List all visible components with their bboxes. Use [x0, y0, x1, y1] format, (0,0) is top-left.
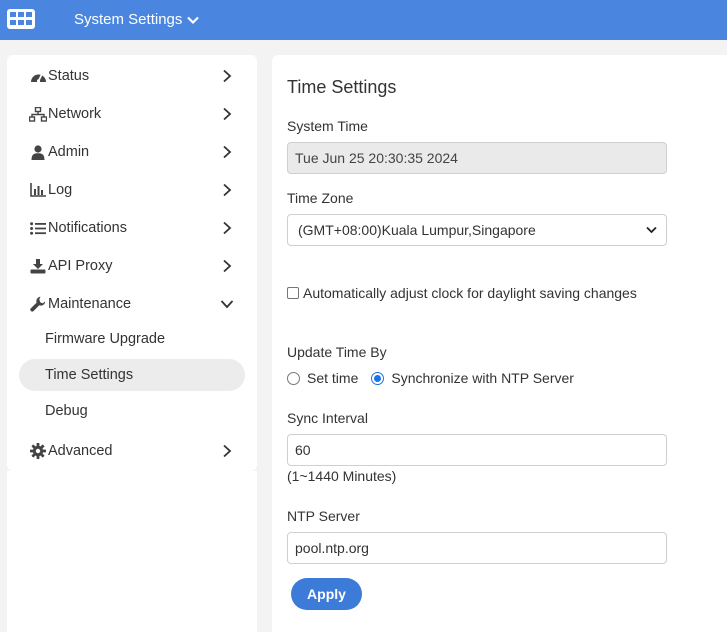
- sync-interval-value: 60: [295, 442, 311, 458]
- sidebar-item-log[interactable]: Log: [7, 173, 257, 207]
- chevron-down-icon: [187, 16, 200, 24]
- sidebar-item-maintenance[interactable]: Maintenance: [7, 287, 257, 321]
- chevron-right-icon: [223, 183, 232, 197]
- ntp-sync-radio[interactable]: [371, 371, 385, 385]
- dashboard-icon: [29, 68, 47, 84]
- top-bar: System Settings: [0, 0, 727, 40]
- sidebar-item-label: Notifications: [48, 220, 127, 236]
- chevron-right-icon: [223, 444, 232, 458]
- set-time-label: Set time: [307, 370, 359, 386]
- dst-checkbox[interactable]: [287, 287, 299, 299]
- sidebar-item-label: Admin: [48, 144, 90, 160]
- sidebar-item-label: Log: [48, 182, 73, 198]
- page-title: Time Settings: [287, 77, 397, 97]
- gear-icon: [29, 443, 47, 459]
- chevron-down-icon: [220, 300, 234, 309]
- list-icon: [29, 220, 47, 236]
- time-settings-panel: Time Settings System Time Tue Jun 25 20:…: [272, 55, 727, 632]
- dst-label: Automatically adjust clock for daylight …: [303, 285, 637, 301]
- sidebar-item-admin[interactable]: Admin: [7, 135, 257, 169]
- ntp-server-input[interactable]: pool.ntp.org: [287, 532, 667, 564]
- sidebar-item-api-proxy[interactable]: API Proxy: [7, 249, 257, 283]
- network-icon: [29, 106, 47, 122]
- sidebar-item-label: API Proxy: [48, 258, 113, 274]
- time-zone-select[interactable]: (GMT+08:00)Kuala Lumpur,Singapore: [287, 214, 667, 246]
- chevron-right-icon: [223, 145, 232, 159]
- update-time-by-label: Update Time By: [287, 344, 387, 360]
- system-settings-menu[interactable]: System Settings: [74, 11, 200, 28]
- chevron-right-icon: [223, 221, 232, 235]
- set-time-radio[interactable]: [287, 371, 300, 385]
- ntp-server-value: pool.ntp.org: [295, 540, 369, 556]
- sync-interval-input[interactable]: 60: [287, 434, 667, 466]
- sidebar-item-label: Status: [48, 68, 90, 84]
- sidebar-subitem-firmware-upgrade[interactable]: Firmware Upgrade: [19, 323, 245, 355]
- chevron-right-icon: [223, 69, 232, 83]
- system-time-value: Tue Jun 25 20:30:35 2024: [295, 150, 458, 166]
- grid-logo-icon[interactable]: [7, 9, 35, 29]
- sidebar-subitem-label: Debug: [45, 403, 88, 419]
- sidebar-item-label: Advanced: [48, 443, 113, 459]
- sidebar-subitem-debug[interactable]: Debug: [19, 395, 245, 427]
- sidebar-subitem-label: Firmware Upgrade: [45, 331, 166, 347]
- wrench-icon: [29, 296, 47, 312]
- sync-interval-label: Sync Interval: [287, 410, 368, 426]
- sidebar-item-advanced[interactable]: Advanced: [7, 434, 257, 468]
- sidebar: Status Network Admin Log Notifications A…: [7, 55, 257, 471]
- system-settings-label: System Settings: [74, 11, 183, 28]
- apply-button[interactable]: Apply: [291, 578, 362, 610]
- sidebar-subitem-time-settings[interactable]: Time Settings: [19, 359, 245, 391]
- sidebar-item-label: Network: [48, 106, 102, 122]
- download-icon: [29, 258, 47, 274]
- sidebar-subitem-label: Time Settings: [45, 367, 134, 383]
- chart-icon: [29, 182, 47, 198]
- time-zone-value: (GMT+08:00)Kuala Lumpur,Singapore: [298, 222, 536, 238]
- ntp-sync-label: Synchronize with NTP Server: [391, 370, 574, 386]
- chevron-right-icon: [223, 107, 232, 121]
- system-time-field: Tue Jun 25 20:30:35 2024: [287, 142, 667, 174]
- time-zone-label: Time Zone: [287, 190, 354, 206]
- system-time-label: System Time: [287, 118, 368, 134]
- sidebar-item-status[interactable]: Status: [7, 59, 257, 93]
- sidebar-footer: [7, 471, 257, 632]
- user-icon: [29, 144, 47, 160]
- chevron-down-icon: [646, 226, 657, 234]
- sync-interval-hint: (1~1440 Minutes): [287, 468, 397, 484]
- update-time-by-group: Set time Synchronize with NTP Server: [287, 370, 574, 386]
- chevron-right-icon: [223, 259, 232, 273]
- sidebar-item-label: Maintenance: [48, 296, 132, 312]
- ntp-server-label: NTP Server: [287, 508, 360, 524]
- dst-option: Automatically adjust clock for daylight …: [287, 283, 647, 303]
- sidebar-item-network[interactable]: Network: [7, 97, 257, 131]
- sidebar-item-notifications[interactable]: Notifications: [7, 211, 257, 245]
